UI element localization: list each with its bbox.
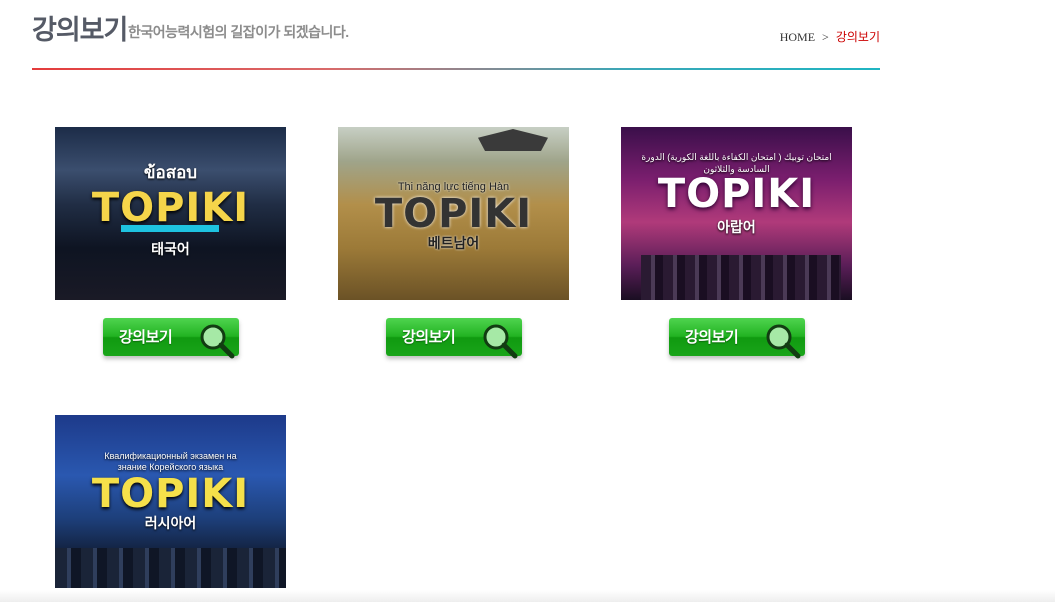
view-lecture-label: 강의보기 <box>119 329 173 346</box>
page-subtitle: 한국어능력시험의 길잡이가 되겠습니다. <box>128 24 349 40</box>
view-lecture-button-arabic[interactable]: 강의보기 <box>669 318 805 359</box>
pavilion-roof <box>478 129 548 151</box>
thumbnail-language-name: 러시아어 <box>144 515 197 531</box>
course-thumbnail-russian[interactable]: Квалификационный экзамен на знание Корей… <box>55 415 286 588</box>
course-thumbnail-vietnamese[interactable]: Thi năng lực tiếng Hàn TOPIKⅠ 베트남어 <box>338 127 569 300</box>
view-lecture-label: 강의보기 <box>685 329 739 346</box>
view-lecture-button-thai[interactable]: 강의보기 <box>103 318 239 359</box>
page-header: 강의보기 한국어능력시험의 길잡이가 되겠습니다. HOME > 강의보기 <box>32 8 880 70</box>
topik-logo: TOPIKⅠ <box>374 191 533 237</box>
view-lecture-label: 강의보기 <box>402 329 456 346</box>
thumbnail-language-name: 베트남어 <box>427 235 480 251</box>
page-title: 강의보기 <box>32 15 128 45</box>
view-lecture-button-vietnamese[interactable]: 강의보기 <box>386 318 522 359</box>
thumbnail-language-name: 아랍어 <box>717 219 756 235</box>
breadcrumb-current: 강의보기 <box>835 30 880 44</box>
magnifier-icon <box>200 324 235 359</box>
breadcrumb: HOME > 강의보기 <box>780 28 880 45</box>
thumbnail-language-name: 태국어 <box>151 241 190 257</box>
breadcrumb-separator: > <box>822 30 829 44</box>
topik-logo: TOPIKⅠ <box>91 471 250 517</box>
course-thumbnail-thai[interactable]: ข้อสอบ TOPIKⅠ 태국어 <box>55 127 286 300</box>
city-skyline <box>55 548 286 588</box>
page-bottom-shade <box>0 590 1055 602</box>
course-card-vietnamese: Thi năng lực tiếng Hàn TOPIKⅠ 베트남어 강의보기 <box>338 127 569 359</box>
city-skyline <box>641 255 841 300</box>
magnifier-icon <box>483 324 518 359</box>
thumbnail-top-text: Квалификационный экзамен на знание Корей… <box>104 451 237 472</box>
course-card-thai: ข้อสอบ TOPIKⅠ 태국어 강의보기 <box>55 127 286 359</box>
course-card-russian: Квалификационный экзамен на знание Корей… <box>55 415 286 588</box>
header-divider <box>32 68 880 70</box>
course-card-arabic: امتحان توبيك ( امتحان الكفاءة باللغة الك… <box>621 127 852 359</box>
breadcrumb-home[interactable]: HOME <box>780 30 815 44</box>
page: 강의보기 한국어능력시험의 길잡이가 되겠습니다. HOME > 강의보기 ข้… <box>0 0 1055 602</box>
thumbnail-top-text: ข้อสอบ <box>143 163 198 182</box>
thumbnail-banner-strip <box>121 225 219 232</box>
topik-logo: TOPIKⅠ <box>657 171 816 217</box>
course-thumbnail-arabic[interactable]: امتحان توبيك ( امتحان الكفاءة باللغة الك… <box>621 127 852 300</box>
magnifier-icon <box>766 324 801 359</box>
